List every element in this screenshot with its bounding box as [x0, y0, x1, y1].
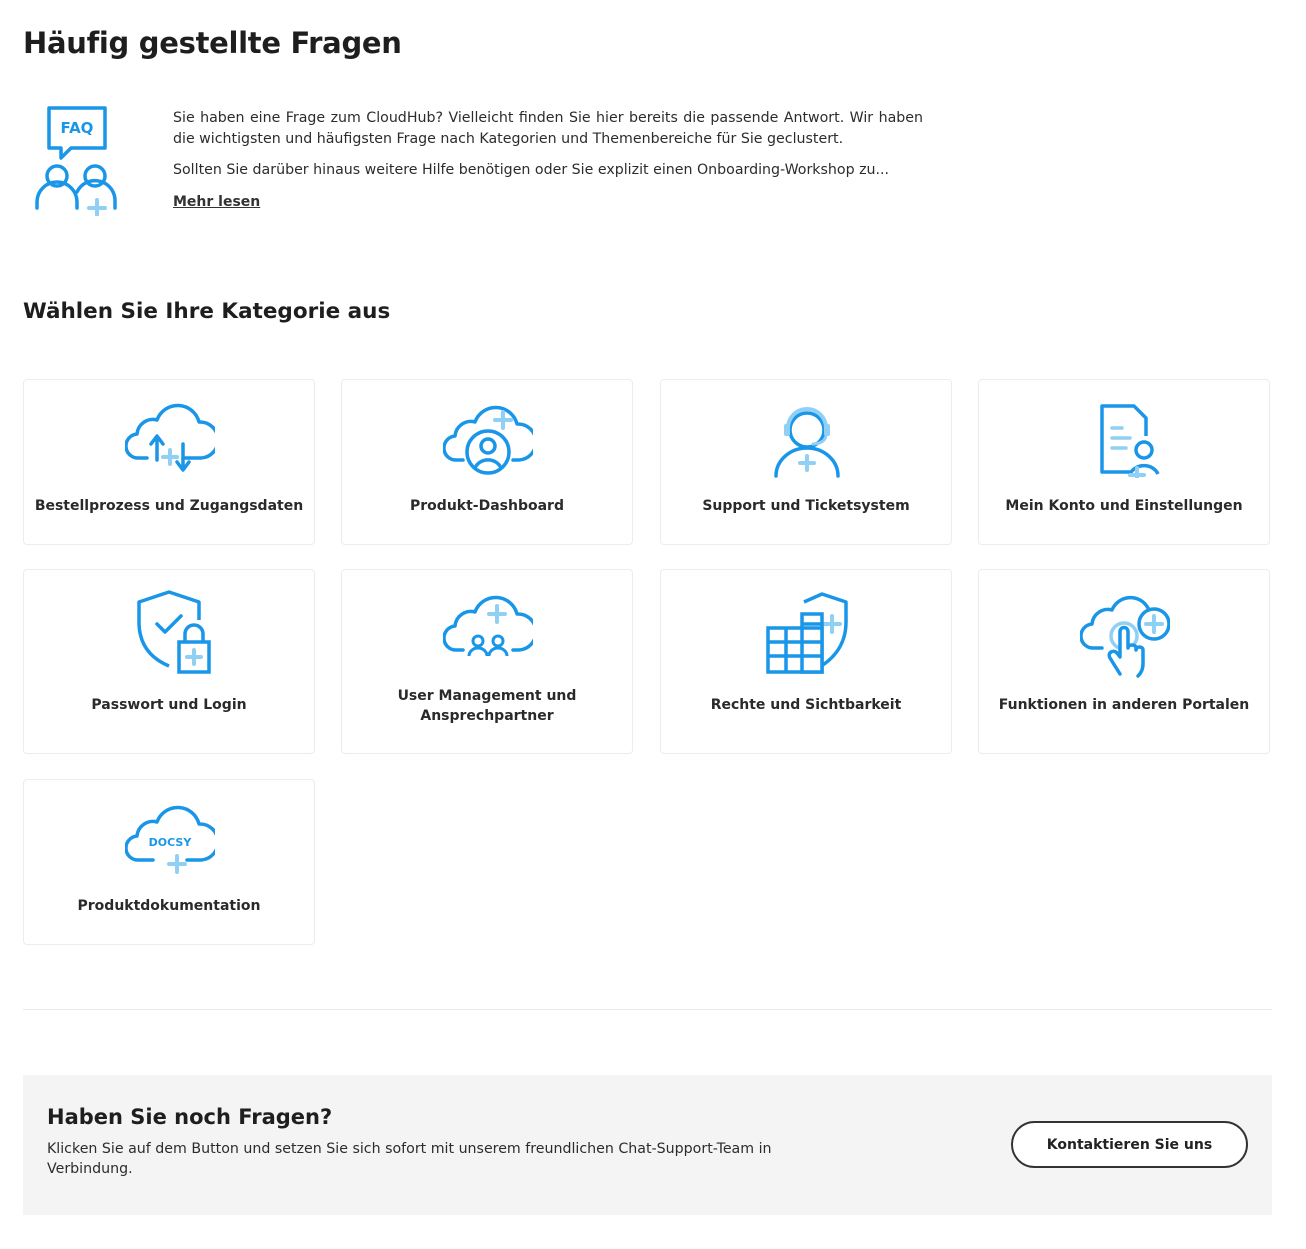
category-label: Support und Ticketsystem — [702, 498, 910, 514]
category-card-support[interactable]: Support und Ticketsystem — [660, 379, 952, 545]
headset-agent-icon — [774, 407, 840, 478]
svg-text:FAQ: FAQ — [61, 119, 94, 137]
category-section-title: Wählen Sie Ihre Kategorie aus — [23, 299, 391, 324]
building-shield-icon — [766, 592, 848, 674]
category-label: Bestellprozess und Zugangsdaten — [34, 498, 304, 514]
intro-text: Sie haben eine Frage zum CloudHub? Viell… — [173, 108, 923, 213]
shield-lock-icon — [137, 590, 211, 674]
contact-us-button[interactable]: Kontaktieren Sie uns — [1011, 1121, 1248, 1168]
category-label: Produkt-Dashboard — [410, 498, 564, 514]
cloud-user-icon — [443, 405, 533, 475]
category-card-produkt-dashboard[interactable]: Produkt-Dashboard — [341, 379, 633, 545]
category-label: Produktdokumentation — [77, 898, 261, 914]
cloud-users-icon — [443, 595, 533, 657]
document-user-icon — [1100, 404, 1160, 478]
category-label: User Management und Ansprechpartner — [397, 688, 577, 724]
intro-paragraph-1: Sie haben eine Frage zum CloudHub? Viell… — [173, 110, 923, 147]
category-card-funktionen[interactable]: Funktionen in anderen Portalen — [978, 569, 1270, 754]
category-label: Funktionen in anderen Portalen — [998, 697, 1250, 713]
category-card-rechte[interactable]: Rechte und Sichtbarkeit — [660, 569, 952, 754]
page-title: Häufig gestellte Fragen — [23, 26, 402, 60]
intro-section: FAQ Sie haben eine Frage zum CloudHub? V… — [23, 102, 1272, 222]
category-label: Passwort und Login — [91, 697, 247, 713]
cloud-docsy-icon: DOCSY — [125, 805, 215, 874]
category-card-passwort[interactable]: Passwort und Login — [23, 569, 315, 754]
contact-text: Klicken Sie auf dem Button und setzen Si… — [47, 1141, 772, 1177]
category-label: Mein Konto und Einstellungen — [1005, 498, 1243, 514]
contact-title: Haben Sie noch Fragen? — [47, 1105, 333, 1129]
category-label: Rechte und Sichtbarkeit — [710, 697, 902, 713]
section-divider — [23, 1009, 1272, 1010]
intro-paragraph-2: Sollten Sie darüber hinaus weitere Hilfe… — [173, 162, 890, 178]
faq-people-icon: FAQ — [35, 106, 117, 216]
cloud-sync-icon — [125, 403, 215, 472]
cloud-touch-icon — [1080, 595, 1170, 678]
category-card-user-management[interactable]: User Management und Ansprechpartner — [341, 569, 633, 754]
category-card-mein-konto[interactable]: Mein Konto und Einstellungen — [978, 379, 1270, 545]
category-card-produktdokumentation[interactable]: DOCSY Produktdokumentation — [23, 779, 315, 945]
svg-text:DOCSY: DOCSY — [149, 836, 193, 849]
contact-section: Haben Sie noch Fragen? Klicken Sie auf d… — [23, 1075, 1272, 1215]
read-more-link[interactable]: Mehr lesen — [173, 192, 260, 213]
category-card-bestellprozess[interactable]: Bestellprozess und Zugangsdaten — [23, 379, 315, 545]
